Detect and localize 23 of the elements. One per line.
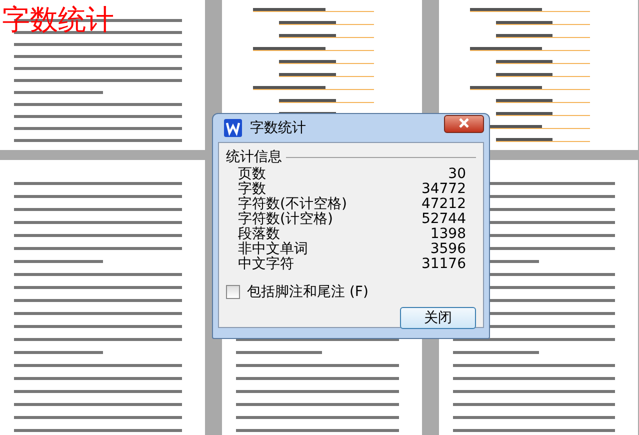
stat-label: 页数 (238, 167, 266, 182)
group-label: 统计信息 (226, 149, 286, 165)
dialog-title: 字数统计 (250, 119, 307, 137)
stat-label: 字符数(不计空格) (238, 197, 347, 212)
stat-value: 30 (448, 167, 466, 182)
app-logo-icon (224, 119, 242, 137)
stat-label: 字符数(计空格) (238, 212, 333, 227)
close-icon (458, 118, 470, 128)
stat-value: 3596 (430, 242, 466, 257)
stat-value: 31176 (421, 257, 466, 272)
close-button[interactable] (444, 115, 484, 133)
stat-label: 中文字符 (238, 257, 294, 272)
stat-label: 字数 (238, 182, 266, 197)
close-dialog-button[interactable]: 关闭 (400, 307, 476, 329)
stat-value: 34772 (421, 182, 466, 197)
checkbox-label[interactable]: 包括脚注和尾注 (F) (247, 283, 368, 301)
checkbox[interactable] (226, 285, 240, 299)
stat-label: 段落数 (238, 227, 280, 242)
stat-value: 52744 (421, 212, 466, 227)
stat-label: 非中文单词 (238, 242, 308, 257)
caption-title: 字数统计 (2, 6, 114, 34)
stat-value: 47212 (421, 197, 466, 212)
stat-value: 1398 (430, 227, 466, 242)
